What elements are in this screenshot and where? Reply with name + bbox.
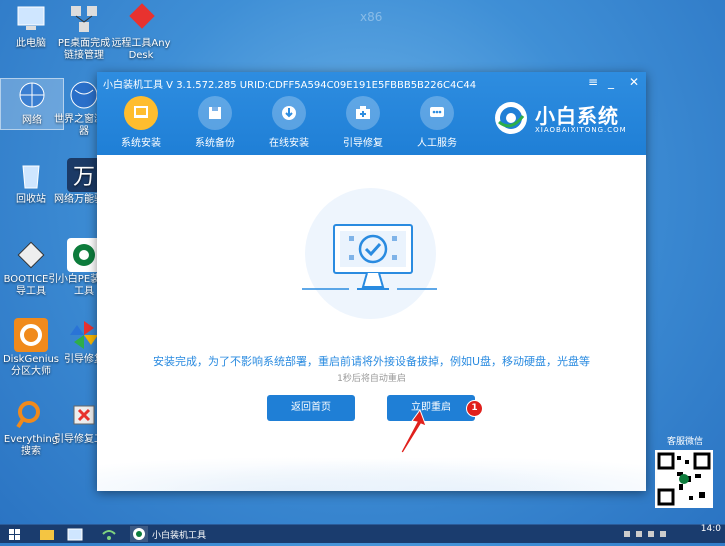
menu-icon[interactable]: ≡: [588, 75, 598, 89]
brand-domain: XIAOBAIXITONG.COM: [535, 126, 627, 134]
taskbar-app-label: 小白装机工具: [152, 531, 207, 541]
customer-service-qr: 客服微信: [655, 434, 715, 508]
qr-code-icon: [655, 450, 713, 508]
taskbar-clock[interactable]: 14:0: [701, 524, 721, 534]
window-header: 小白装机工具 V 3.1.572.285 URID:CDFF5A594C09E1…: [97, 72, 646, 155]
svg-text:万: 万: [73, 165, 95, 190]
install-complete-panel: 安装完成，为了不影响系统部署，重启前请将外接设备拔掉，例如U盘，移动硬盘，光盘等…: [97, 155, 646, 491]
nav-label: 在线安装: [269, 138, 309, 149]
recycle-bin-icon: [14, 158, 48, 192]
driver-icon: 万: [67, 158, 101, 192]
qr-label: 客服微信: [666, 437, 703, 447]
taskbar: 小白装机工具 14:0: [0, 524, 725, 543]
desktop-icon-anydesk[interactable]: 远程工具AnyDesk: [110, 2, 172, 62]
system-tray[interactable]: [620, 526, 680, 542]
network-icon: [15, 79, 49, 113]
minimize-icon[interactable]: _: [608, 75, 614, 89]
windows-icon: [9, 529, 20, 540]
window-title: 小白装机工具 V 3.1.572.285 URID:CDFF5A594C09E1…: [103, 80, 477, 91]
diskgenius-icon: [14, 318, 48, 352]
folder-icon: [40, 530, 54, 540]
nav-online-install[interactable]: 在线安装: [258, 96, 320, 149]
nav-label: 引导修复: [343, 138, 383, 149]
desktop-icon-pe-network[interactable]: PE桌面完成链接管理: [53, 2, 115, 62]
anydesk-icon: [124, 2, 158, 36]
repair-tool-icon: [67, 398, 101, 432]
tray-icons: [624, 531, 666, 537]
taskbar-network[interactable]: [100, 526, 118, 542]
desktop-watermark: x86: [360, 10, 383, 24]
globe-icon: [67, 78, 101, 112]
installer-window: 小白装机工具 V 3.1.572.285 URID:CDFF5A594C09E1…: [97, 72, 646, 491]
brand-name: 小白系统: [535, 104, 619, 128]
nav-label: 人工服务: [417, 138, 457, 149]
xiaobai-logo-icon: [67, 238, 101, 272]
nav-label: 系统安装: [121, 138, 161, 149]
restart-countdown: 1秒后将自动重启: [337, 374, 406, 384]
decorative-ground: [97, 451, 646, 491]
nav-manual-service[interactable]: 人工服务: [406, 96, 468, 149]
search-icon: [14, 398, 48, 432]
window-icon: [67, 528, 83, 541]
nav-label: 系统备份: [195, 138, 235, 149]
desktop-icon-label: 远程工具AnyDesk: [111, 38, 171, 61]
service-icon: [420, 96, 454, 130]
backup-icon: [198, 96, 232, 130]
pinwheel-icon: [67, 318, 101, 352]
online-install-icon: [272, 96, 306, 130]
xiaobai-logo-icon: [133, 528, 145, 540]
system-install-icon: [124, 96, 158, 130]
desktop-icon-label: PE桌面完成链接管理: [57, 38, 111, 61]
back-to-home-button[interactable]: 返回首页: [267, 395, 355, 421]
install-complete-message: 安装完成，为了不影响系统部署，重启前请将外接设备拔掉，例如U盘，移动硬盘，光盘等: [152, 355, 591, 368]
boot-repair-icon: [346, 96, 380, 130]
nav-system-install[interactable]: 系统安装: [110, 96, 172, 149]
bootice-icon: [14, 238, 48, 272]
taskbar-xiaobai-app[interactable]: [130, 526, 148, 542]
nav-boot-repair[interactable]: 引导修复: [332, 96, 394, 149]
taskbar-explorer[interactable]: [66, 526, 84, 542]
monitor-check-icon: [302, 224, 437, 290]
taskbar-file-explorer[interactable]: [38, 526, 56, 542]
wifi-icon: [102, 530, 116, 540]
start-button[interactable]: [4, 526, 26, 542]
step-badge: 1: [466, 400, 483, 417]
brand-logo-icon: [495, 102, 527, 134]
close-icon[interactable]: ✕: [629, 75, 639, 89]
nav-system-backup[interactable]: 系统备份: [184, 96, 246, 149]
network-share-icon: [67, 2, 101, 36]
annotation-arrow-icon: [400, 408, 427, 454]
computer-icon: [14, 2, 48, 36]
